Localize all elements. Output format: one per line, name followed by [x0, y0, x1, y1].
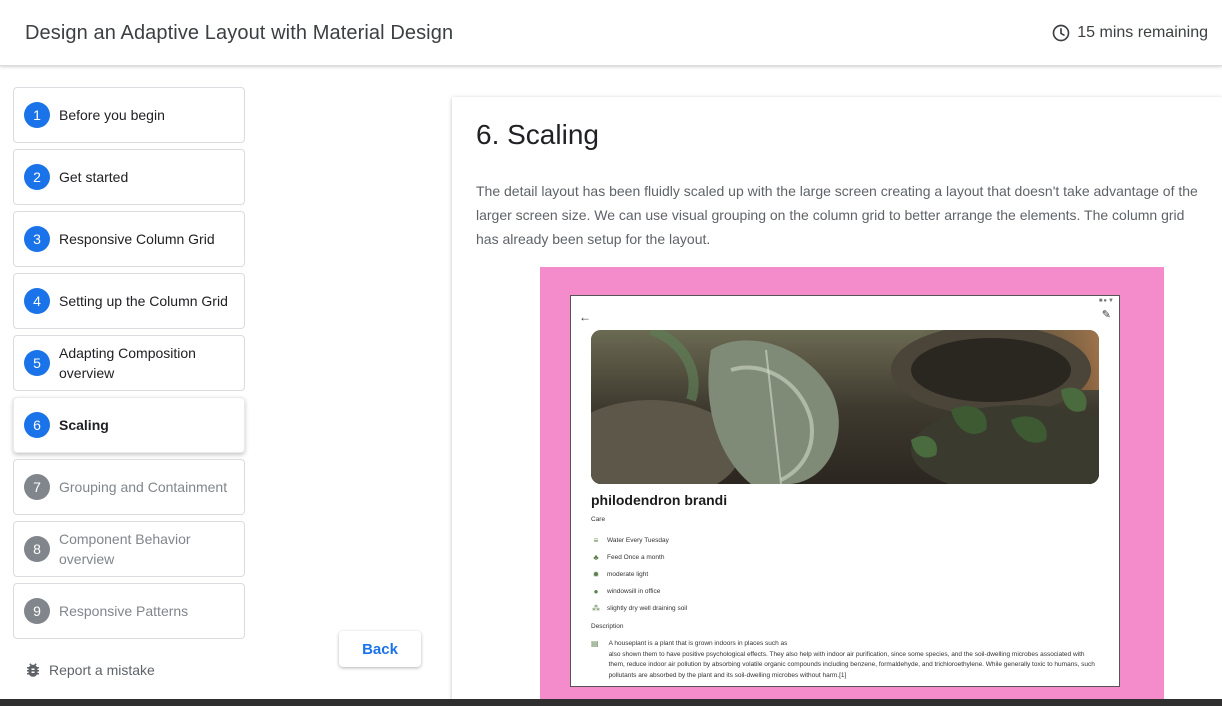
plant-photo — [591, 330, 1099, 484]
step-label: Responsive Patterns — [59, 603, 189, 619]
step-label: Responsive Column Grid — [59, 231, 215, 247]
time-remaining-text: 15 mins remaining — [1077, 24, 1208, 41]
step-number: 3 — [24, 226, 50, 252]
care-item-text: Water Every Tuesday — [607, 537, 669, 544]
leaf-icon: ♣ — [593, 553, 599, 562]
codelab-title: Design an Adaptive Layout with Material … — [25, 22, 454, 44]
soil-icon: ⁂ — [592, 604, 600, 613]
report-mistake-label: Report a mistake — [49, 662, 155, 678]
edit-pencil-icon: ✎ — [1101, 309, 1111, 321]
tablet-mockup: ■●▼ ← ✎ philodendron brandi Care ≡ Water… — [570, 295, 1120, 687]
step-label: Scaling — [59, 417, 109, 433]
care-list: ≡ Water Every Tuesday ♣ Feed Once a mont… — [591, 532, 687, 617]
care-item: ♣ Feed Once a month — [591, 549, 687, 566]
care-item-text: Feed Once a month — [607, 554, 665, 561]
description-section-label: Description — [591, 623, 624, 630]
step-label: Grouping and Containment — [59, 479, 228, 495]
step-scaling[interactable]: 6 Scaling — [13, 397, 245, 453]
step-content-card: 6. Scaling The detail layout has been fl… — [452, 97, 1222, 706]
report-mistake-link[interactable]: Report a mistake — [24, 661, 155, 679]
time-remaining: 15 mins remaining — [1051, 23, 1208, 43]
document-icon: ▤ — [591, 639, 599, 648]
sun-icon: ✹ — [592, 570, 600, 579]
step-label: Before you begin — [59, 107, 165, 123]
step-label: Component Behavior overview — [59, 531, 191, 567]
care-item-text: moderate light — [607, 571, 649, 578]
clock-icon — [1052, 24, 1070, 42]
step-adapting-composition[interactable]: 5 Adapting Composition overview — [13, 335, 245, 391]
step-component-behavior[interactable]: 8 Component Behavior overview — [13, 521, 245, 577]
step-body-text: The detail layout has been fluidly scale… — [476, 183, 1198, 247]
care-section-label: Care — [591, 516, 606, 523]
back-arrow-icon: ← — [579, 310, 591, 324]
description-text: A houseplant is a plant that is grown in… — [609, 639, 1096, 681]
step-grouping-containment[interactable]: 7 Grouping and Containment — [13, 459, 245, 515]
step-heading: 6. Scaling — [476, 119, 599, 150]
care-item: ⁂ slightly dry well draining soil — [591, 600, 687, 617]
location-pin-icon: ● — [593, 587, 599, 596]
step-number: 8 — [24, 536, 50, 562]
step-label: Get started — [59, 169, 129, 185]
step-responsive-patterns[interactable]: 9 Responsive Patterns — [13, 583, 245, 639]
top-app-bar: Design an Adaptive Layout with Material … — [0, 0, 1222, 66]
care-item: ≡ Water Every Tuesday — [591, 532, 687, 549]
back-button[interactable]: Back — [339, 631, 421, 667]
step-number: 6 — [24, 412, 50, 438]
step-setting-up-column-grid[interactable]: 4 Setting up the Column Grid — [13, 273, 245, 329]
description-block: ▤ A houseplant is a plant that is grown … — [591, 639, 1096, 681]
plant-name: philodendron brandi — [591, 492, 728, 508]
step-number: 4 — [24, 288, 50, 314]
water-icon: ≡ — [593, 536, 599, 545]
step-number: 5 — [24, 350, 50, 376]
care-item: ✹ moderate light — [591, 566, 687, 583]
mockup-image-frame: ■●▼ ← ✎ philodendron brandi Care ≡ Water… — [540, 267, 1164, 706]
step-number: 2 — [24, 164, 50, 190]
status-bar-icons: ■●▼ — [1098, 298, 1115, 304]
bottom-edge — [0, 699, 1222, 706]
description-line: A houseplant is a plant that is grown in… — [608, 640, 788, 647]
step-label: Adapting Composition overview — [59, 345, 196, 381]
description-line: also shown them to have positive psychol… — [608, 650, 1095, 679]
step-number: 1 — [24, 102, 50, 128]
step-number: 9 — [24, 598, 50, 624]
step-get-started[interactable]: 2 Get started — [13, 149, 245, 205]
care-item-text: windowsill in office — [607, 588, 661, 595]
care-item-text: slightly dry well draining soil — [607, 605, 688, 612]
bug-icon — [27, 663, 39, 677]
step-before-you-begin[interactable]: 1 Before you begin — [13, 87, 245, 143]
care-item: ● windowsill in office — [591, 583, 687, 600]
steps-sidebar: 1 Before you begin 2 Get started 3 Respo… — [13, 87, 245, 645]
step-label: Setting up the Column Grid — [59, 293, 228, 309]
step-number: 7 — [24, 474, 50, 500]
step-responsive-column-grid[interactable]: 3 Responsive Column Grid — [13, 211, 245, 267]
